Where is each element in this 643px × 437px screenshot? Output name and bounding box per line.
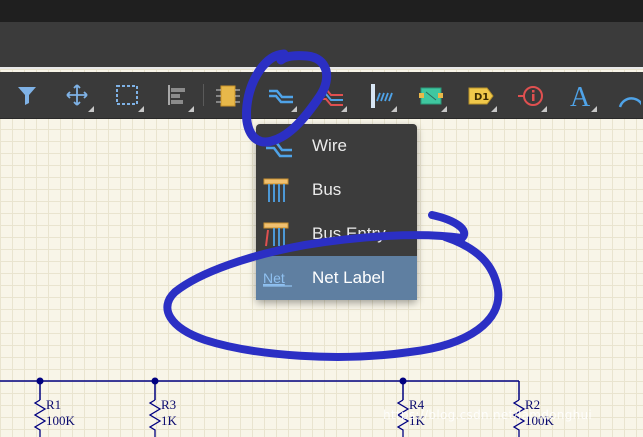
menu-item-label: Bus Entry (312, 224, 386, 243)
menu-item-label: Bus (312, 180, 342, 199)
arc-icon (618, 97, 641, 108)
filter-button[interactable] (10, 78, 44, 112)
menu-item-wire[interactable]: Wire (256, 124, 417, 168)
net-label-icon-text: Net (263, 270, 285, 286)
bus-icon (263, 178, 289, 202)
select-area-button[interactable] (110, 78, 144, 112)
move-icon (66, 84, 88, 106)
toolbar-separator (203, 84, 204, 106)
place-parameter-button[interactable] (513, 78, 547, 112)
bus-entry-icon (263, 222, 289, 247)
place-power-port-button[interactable] (313, 78, 347, 112)
menu-item-label: Wire (312, 136, 347, 155)
menu-item-label: Net Label (312, 268, 385, 287)
active-bar-toolbar: D1 A (0, 72, 643, 119)
place-text-button[interactable]: A (563, 78, 597, 112)
menu-item-bus-entry[interactable]: Bus Entry (256, 212, 417, 256)
place-wire-button[interactable] (263, 78, 297, 112)
place-sheet-symbol-button[interactable] (413, 78, 447, 112)
net-label-icon: Net (263, 270, 292, 287)
r3-designator: R3 (161, 397, 177, 412)
menu-item-bus[interactable]: Bus (256, 168, 417, 212)
junction-dot (399, 377, 407, 385)
filter-icon (18, 87, 36, 105)
component-icon (216, 85, 240, 107)
device-sheet-icon-text: D1 (474, 92, 489, 103)
wire-icon (266, 140, 292, 158)
watermark: https://blog.csdn.net/lamdonghui (383, 408, 593, 422)
place-harness-button[interactable] (363, 78, 397, 112)
move-button[interactable] (60, 78, 94, 112)
r3-value: 1K (161, 413, 177, 428)
r1-value: 100K (46, 413, 75, 428)
text-icon-letter: A (570, 83, 591, 109)
align-icon (168, 85, 185, 105)
junction-dot (36, 377, 44, 385)
place-device-sheet-button[interactable]: D1 (463, 78, 497, 112)
wire-dropdown-menu: Wire Bus Bus Entry Net Net Label (256, 124, 417, 300)
menu-item-net-label[interactable]: Net Net Label (256, 256, 417, 300)
place-component-button[interactable] (210, 78, 244, 112)
select-area-icon (116, 85, 138, 105)
place-arc-button[interactable] (610, 78, 643, 112)
r1-designator: R1 (46, 397, 62, 412)
resistor-r3[interactable] (148, 381, 162, 437)
resistor-r1[interactable] (33, 381, 47, 437)
align-button[interactable] (160, 78, 194, 112)
junction-dot (151, 377, 159, 385)
